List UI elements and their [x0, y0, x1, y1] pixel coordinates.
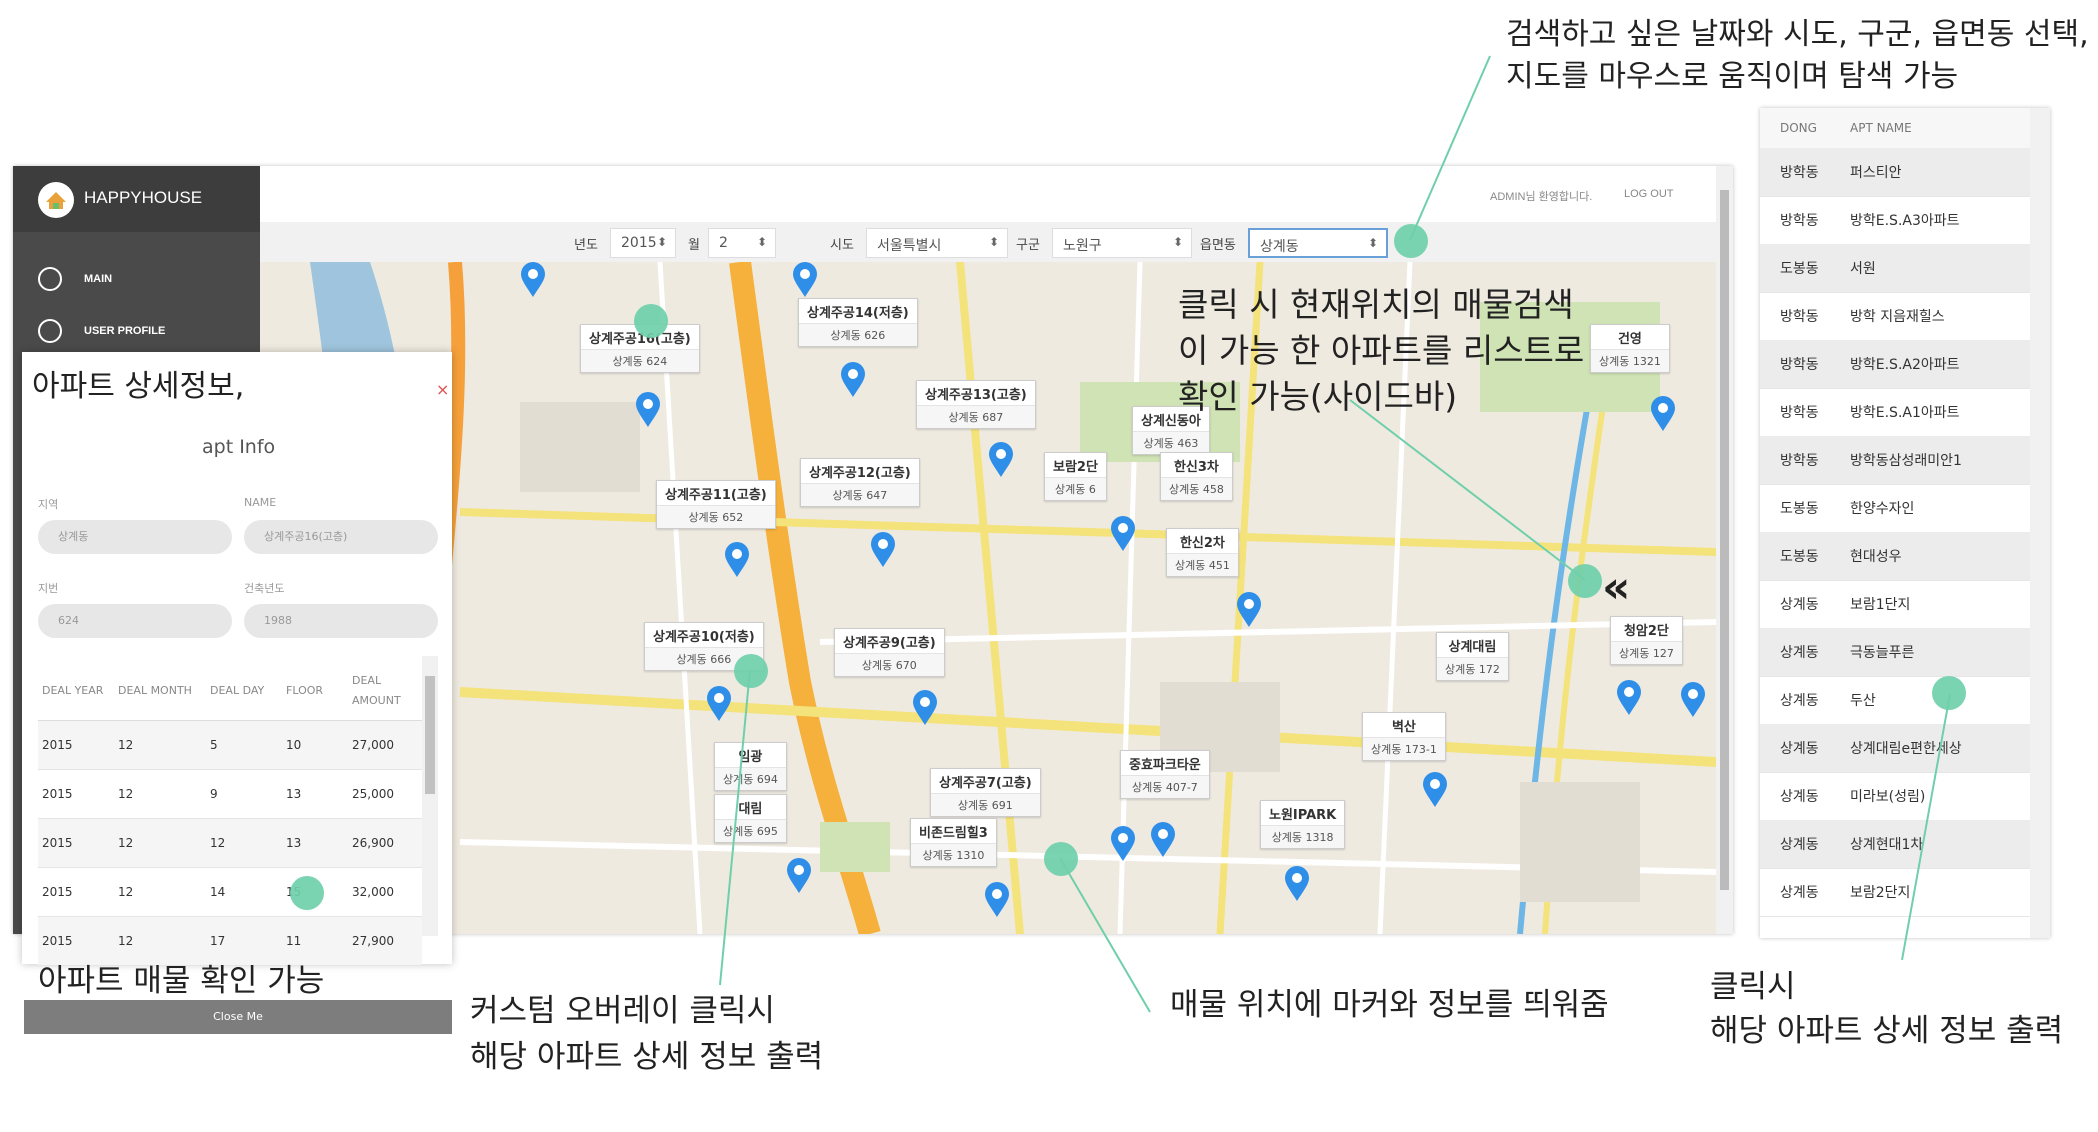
annotation-list-click-1: 클릭시 [1710, 969, 1796, 1005]
annotation-overlay-1: 커스텀 오버레이 클릭시 [470, 993, 775, 1029]
annotation-overlay-2: 해당 아파트 상세 정보 출력 [470, 1039, 824, 1075]
annotation-dot [734, 654, 768, 688]
annotation-search-1: 검색하고 싶은 날짜와 시도, 구군, 읍면동 선택, [1506, 17, 2089, 52]
annotation-map-click-1: 클릭 시 현재위치의 매물검색 [1178, 285, 1574, 324]
annotation-dot [634, 304, 668, 338]
annotation-dot [1568, 564, 1602, 598]
annotation-marker-info: 매물 위치에 마커와 정보를 띄워줌 [1170, 987, 1609, 1023]
annotation-dot [1044, 842, 1078, 876]
annotation-dot [1394, 224, 1428, 258]
annotation-map-click-2: 이 가능 한 아파트를 리스트로 [1178, 331, 1585, 370]
annotation-deal-check: 아파트 매물 확인 가능 [38, 963, 325, 999]
annotation-list-click-2: 해당 아파트 상세 정보 출력 [1710, 1013, 2064, 1049]
annotation-search-2: 지도를 마우스로 움직이며 탐색 가능 [1506, 59, 1959, 94]
annotation-dot [1932, 676, 1966, 710]
annotation-dot [290, 876, 324, 910]
annotation-map-click-3: 확인 가능(사이드바) [1178, 377, 1458, 416]
annotation-detail-title: 아파트 상세정보, [32, 369, 245, 404]
